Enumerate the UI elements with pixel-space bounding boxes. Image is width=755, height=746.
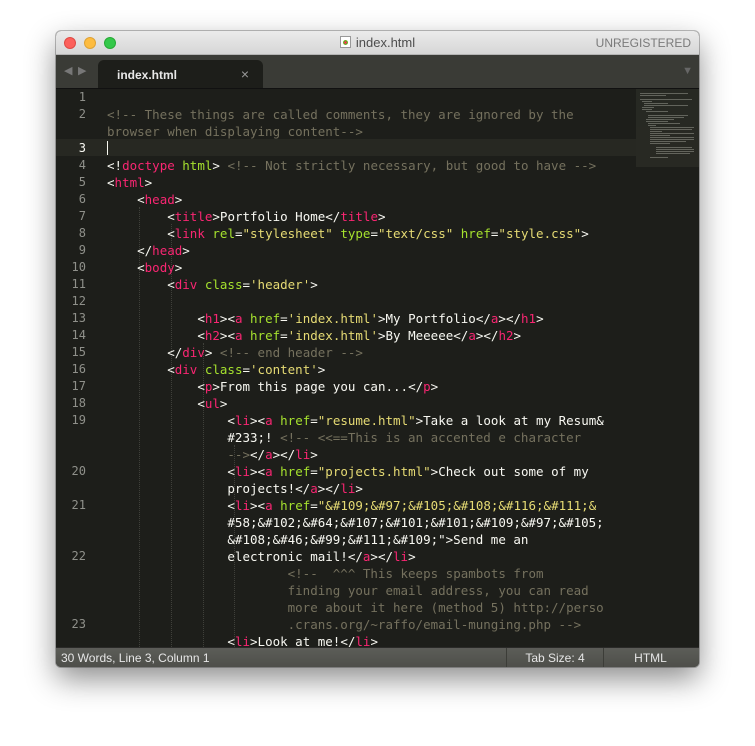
line-number: 11 xyxy=(71,277,86,291)
code-line[interactable]: <ul> xyxy=(107,395,604,412)
code-line[interactable]: <link rel="stylesheet" type="text/css" h… xyxy=(107,225,604,242)
code-line[interactable] xyxy=(107,89,604,106)
line-number: 12 xyxy=(71,294,86,308)
code-line[interactable]: <!doctype html> <!-- Not strictly necess… xyxy=(107,157,604,174)
line-number: 21 xyxy=(71,498,86,512)
code-line[interactable]: <li><a href="projects.html">Check out so… xyxy=(107,463,604,480)
tab-index-html[interactable]: index.html × xyxy=(98,60,263,88)
status-bar: 30 Words, Line 3, Column 1 Tab Size: 4 H… xyxy=(56,647,699,667)
code-line[interactable] xyxy=(107,140,604,157)
line-number: 23 xyxy=(71,617,86,631)
line-number: 14 xyxy=(71,328,86,342)
minimap[interactable] xyxy=(636,89,699,167)
line-number xyxy=(56,582,86,599)
code-editor[interactable]: 1 2 3 4 5 6 7 8 9 10 11 12 13 14 15 16 17 18 19 20 21 22 23 <!… xyxy=(56,89,699,647)
line-number: 9 xyxy=(78,243,86,257)
line-number: 10 xyxy=(71,260,86,274)
line-number: 6 xyxy=(78,192,86,206)
code-line[interactable]: <li>Look at me!</li> xyxy=(107,633,604,647)
registration-status: UNREGISTERED xyxy=(595,36,691,50)
tab-bar: ◀ ▶ index.html × ▼ xyxy=(56,55,699,89)
tab-list-dropdown-icon[interactable]: ▼ xyxy=(682,65,693,77)
code-line[interactable]: #58;&#102;&#64;&#107;&#101;&#101;&#109;&… xyxy=(107,514,604,531)
code-line[interactable]: .crans.org/~raffo/email-munging.php --> xyxy=(107,616,604,633)
syntax-selector[interactable]: HTML xyxy=(602,648,699,667)
code-line[interactable]: <title>Portfolio Home</title> xyxy=(107,208,604,225)
code-text[interactable]: <!-- These things are called comments, t… xyxy=(107,89,604,647)
code-line[interactable]: #233;! <!-- <<==This is an accented e ch… xyxy=(107,429,604,446)
line-number: 2 xyxy=(78,107,86,121)
line-number: 3 xyxy=(78,141,86,155)
tab-size-selector[interactable]: Tab Size: 4 xyxy=(506,648,604,667)
window-title: index.html xyxy=(355,35,416,50)
code-line[interactable]: <div class='content'> xyxy=(107,361,604,378)
code-line[interactable]: more about it here (method 5) http://per… xyxy=(107,599,604,616)
code-line[interactable]: <body> xyxy=(107,259,604,276)
code-line[interactable] xyxy=(107,293,604,310)
line-number: 1 xyxy=(78,90,86,104)
line-number xyxy=(56,565,86,582)
code-line[interactable]: </div> <!-- end header --> xyxy=(107,344,604,361)
tab-forward-icon[interactable]: ▶ xyxy=(78,64,86,77)
line-number xyxy=(56,446,86,463)
line-number xyxy=(56,599,86,616)
tab-back-icon[interactable]: ◀ xyxy=(64,64,72,77)
code-line[interactable]: <p>From this page you can...</p> xyxy=(107,378,604,395)
line-number: 20 xyxy=(71,464,86,478)
title-bar: index.html UNREGISTERED xyxy=(56,31,699,55)
code-line[interactable]: </head> xyxy=(107,242,604,259)
line-number: 22 xyxy=(71,549,86,563)
code-line[interactable]: finding your email address, you can read xyxy=(107,582,604,599)
text-cursor xyxy=(107,141,108,155)
status-info: 30 Words, Line 3, Column 1 xyxy=(61,651,210,665)
line-number: 16 xyxy=(71,362,86,376)
tab-close-icon[interactable]: × xyxy=(241,66,249,82)
tab-label: index.html xyxy=(117,68,178,82)
code-line[interactable]: <!-- These things are called comments, t… xyxy=(107,106,604,123)
code-line[interactable]: <li><a href="&#109;&#97;&#105;&#108;&#11… xyxy=(107,497,604,514)
line-number: 17 xyxy=(71,379,86,393)
code-line[interactable]: --></a></li> xyxy=(107,446,604,463)
code-line[interactable]: projects!</a></li> xyxy=(107,480,604,497)
line-number xyxy=(56,123,86,140)
html-file-icon xyxy=(339,36,351,48)
code-line[interactable]: <head> xyxy=(107,191,604,208)
line-number: 18 xyxy=(71,396,86,410)
line-number: 5 xyxy=(78,175,86,189)
code-line[interactable]: &#108;&#46;&#99;&#111;&#109;">Send me an xyxy=(107,531,604,548)
line-number: 13 xyxy=(71,311,86,325)
line-number: 15 xyxy=(71,345,86,359)
code-line[interactable]: browser when displaying content--> xyxy=(107,123,604,140)
line-number: 7 xyxy=(78,209,86,223)
code-line[interactable]: <div class='header'> xyxy=(107,276,604,293)
line-number: 19 xyxy=(71,413,86,427)
line-number: 4 xyxy=(78,158,86,172)
line-number xyxy=(56,514,86,531)
line-number xyxy=(56,531,86,548)
code-line[interactable]: <html> xyxy=(107,174,604,191)
line-number: 8 xyxy=(78,226,86,240)
line-number xyxy=(56,429,86,446)
code-line[interactable]: <!-- ^^^ This keeps spambots from xyxy=(107,565,604,582)
code-line[interactable]: <li><a href="resume.html">Take a look at… xyxy=(107,412,603,429)
line-number xyxy=(56,480,86,497)
code-line[interactable]: <h1><a href='index.html'>My Portfolio</a… xyxy=(107,310,604,327)
code-line[interactable]: <h2><a href='index.html'>By Meeeee</a></… xyxy=(107,327,604,344)
code-line[interactable]: electronic mail!</a></li> xyxy=(107,548,604,565)
editor-window: index.html UNREGISTERED ◀ ▶ index.html ×… xyxy=(56,31,699,667)
